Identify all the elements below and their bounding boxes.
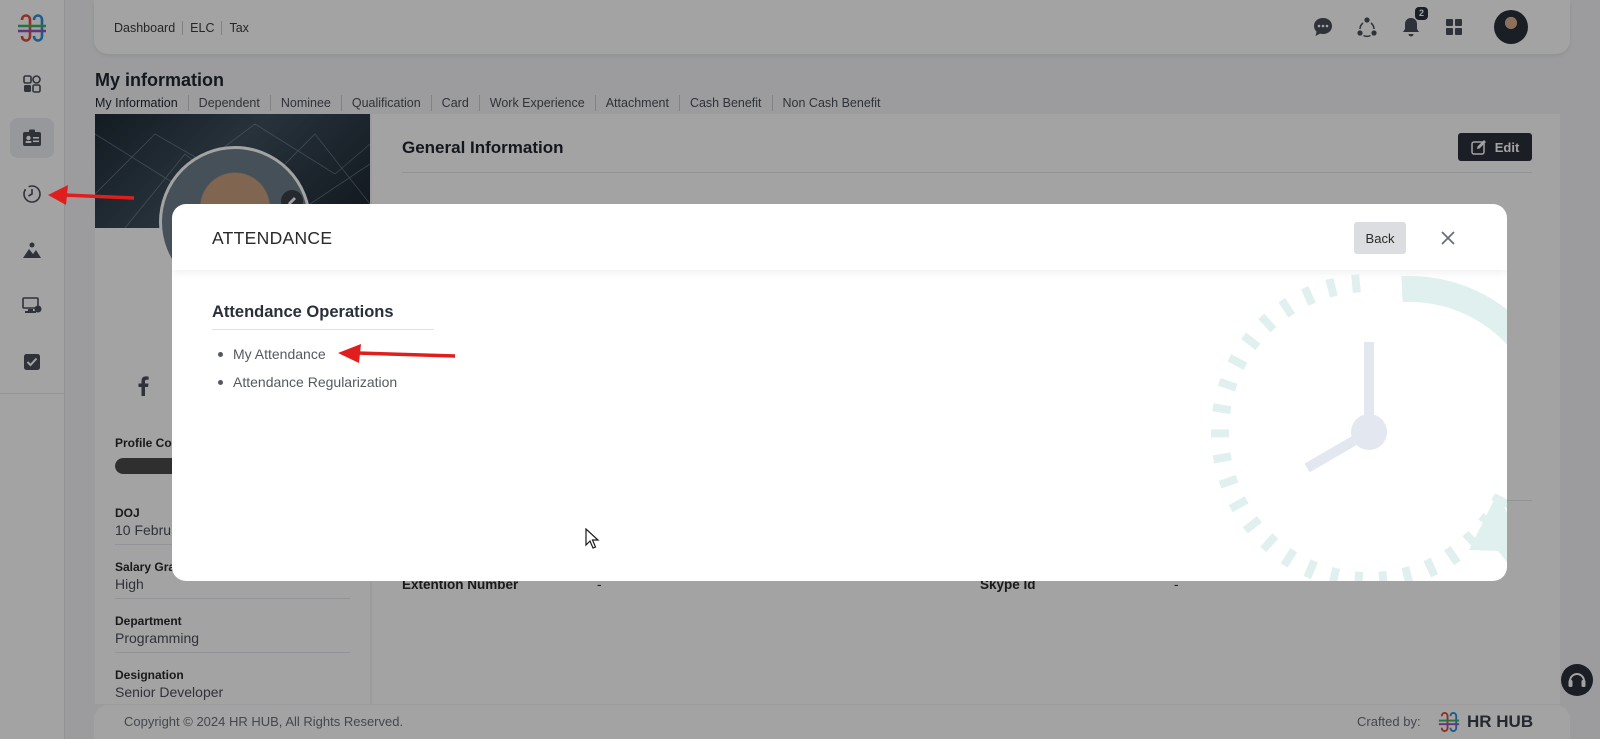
clock-tick [1329, 567, 1341, 581]
close-icon[interactable] [1436, 226, 1460, 250]
bullet-dot [218, 379, 223, 385]
clock-tick [1242, 516, 1262, 534]
clock-tick [1212, 452, 1232, 464]
clock-tick [1280, 547, 1298, 568]
my-attendance-label: My Attendance [233, 346, 326, 362]
clock-tick [1241, 332, 1261, 350]
clock-tick [1303, 559, 1318, 579]
clock-illustration-icon [1210, 274, 1507, 581]
attendance-operations-title: Attendance Operations [212, 303, 394, 321]
clock-tick [1401, 566, 1414, 581]
attendance-modal: ATTENDANCE Back Attendance Operations My… [172, 204, 1507, 581]
clock-tick [1260, 533, 1279, 553]
clock-tick [1228, 496, 1249, 513]
clock-tick [1354, 571, 1364, 581]
clock-tick [1227, 354, 1248, 370]
modal-header: ATTENDANCE Back [172, 204, 1507, 270]
attendance-regularization-link[interactable]: Attendance Regularization [212, 368, 397, 396]
bullet-dot [218, 351, 223, 357]
clock-tick [1212, 403, 1232, 415]
clock-tick [1351, 274, 1361, 293]
clock-tick [1258, 313, 1277, 333]
attendance-regularization-label: Attendance Regularization [233, 374, 398, 390]
clock-tick [1423, 557, 1439, 578]
clock-tick [1218, 474, 1239, 489]
annotation-arrow-sidebar [48, 185, 135, 205]
clock-tick [1443, 545, 1461, 566]
clock-tick [1301, 286, 1316, 306]
clock-tick [1278, 298, 1296, 318]
annotation-arrow-my-attendance [338, 344, 456, 363]
operations-title-underline [212, 329, 434, 330]
mouse-cursor-icon [585, 528, 600, 549]
clock-tick [1217, 378, 1238, 392]
back-button[interactable]: Back [1354, 222, 1406, 254]
clock-tick [1378, 571, 1388, 581]
clock-tick [1325, 278, 1338, 298]
modal-title: ATTENDANCE [212, 228, 333, 248]
